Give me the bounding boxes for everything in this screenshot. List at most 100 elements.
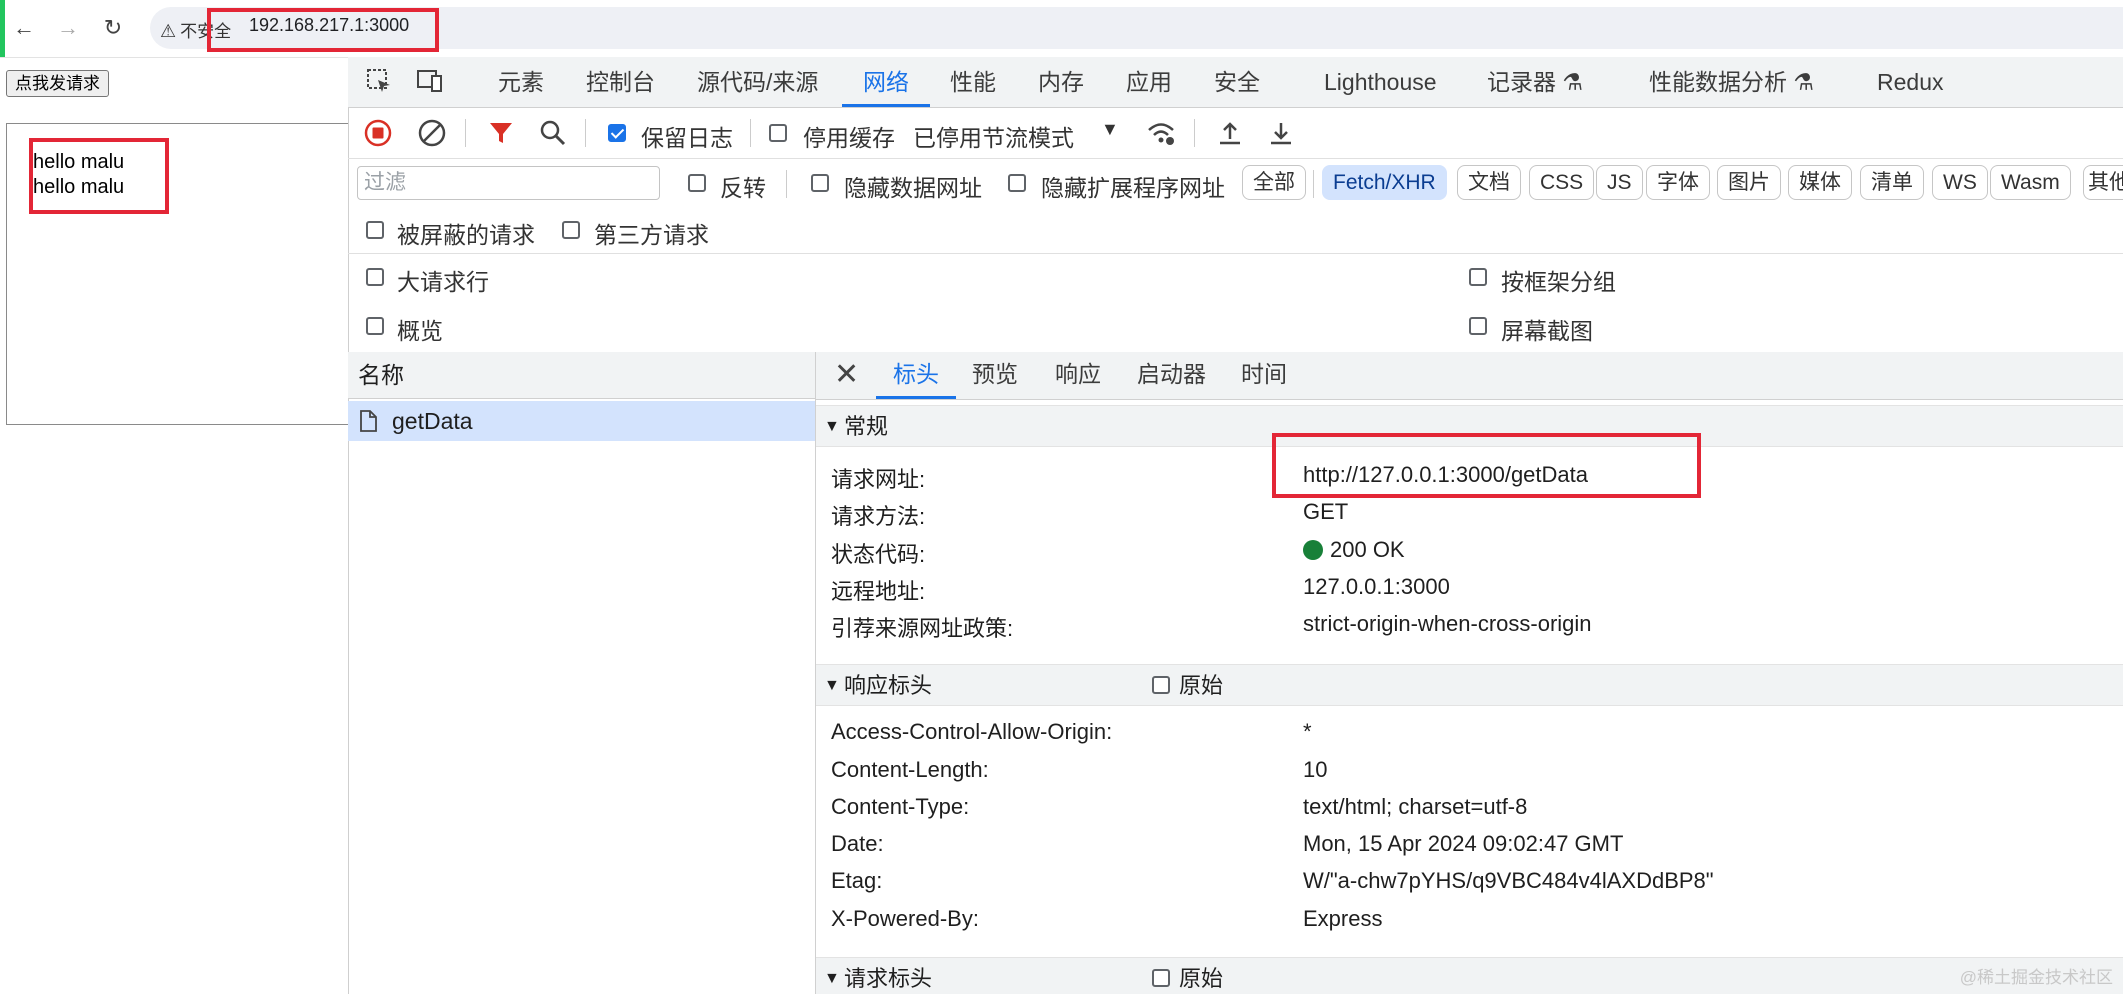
header-value: Mon, 15 Apr 2024 09:02:47 GMT: [1303, 831, 1624, 856]
overview-label: 概览: [397, 318, 443, 344]
tab-network[interactable]: 网络: [842, 57, 930, 107]
type-filter-ws[interactable]: WS: [1932, 165, 1988, 200]
toolbar-divider: [1194, 119, 1195, 147]
toolbar-divider: [1313, 170, 1314, 198]
tab-security[interactable]: 安全: [1214, 57, 1260, 107]
blocked-requests-checkbox[interactable]: [366, 221, 384, 239]
type-filter-other[interactable]: 其他: [2083, 165, 2123, 200]
response-headers-title: 响应标头: [844, 673, 933, 698]
raw-label: 原始: [1179, 673, 1224, 698]
type-filter-wasm[interactable]: Wasm: [1990, 165, 2071, 200]
raw-checkbox[interactable]: [1152, 969, 1170, 987]
tab-lighthouse[interactable]: Lighthouse: [1324, 57, 1437, 107]
header-value: Express: [1303, 906, 1383, 931]
tab-performance-insights-label: 性能数据分析: [1649, 69, 1787, 95]
window-edge-accent: [0, 0, 5, 57]
network-conditions-icon[interactable]: [1146, 119, 1176, 147]
header-value: 10: [1303, 757, 1328, 782]
header-key: Etag:: [831, 868, 883, 893]
tab-console[interactable]: 控制台: [586, 57, 655, 107]
filter-input[interactable]: 过滤: [357, 166, 660, 200]
tab-initiator[interactable]: 启动器: [1137, 352, 1206, 399]
tab-timing[interactable]: 时间: [1241, 352, 1287, 399]
annotation-box-url: [207, 8, 439, 52]
preserve-log-checkbox[interactable]: [608, 124, 626, 142]
device-toolbar-icon[interactable]: [415, 66, 445, 96]
tab-elements[interactable]: 元素: [498, 57, 544, 107]
type-filter-media[interactable]: 媒体: [1788, 165, 1852, 200]
header-value: text/html; charset=utf-8: [1303, 794, 1528, 819]
reload-icon[interactable]: ↻: [99, 14, 127, 42]
hide-extension-urls-checkbox[interactable]: [1008, 174, 1026, 192]
overview-checkbox[interactable]: [366, 317, 384, 335]
hide-data-urls-checkbox[interactable]: [811, 174, 829, 192]
tab-response[interactable]: 响应: [1055, 352, 1101, 399]
record-stop-icon[interactable]: [364, 119, 392, 147]
response-headers-section-header[interactable]: ▼ 响应标头 原始: [816, 664, 2123, 706]
type-filter-font[interactable]: 字体: [1646, 165, 1710, 200]
header-key: X-Powered-By:: [831, 906, 979, 931]
request-name: getData: [392, 408, 473, 434]
tab-recorder-label: 记录器: [1487, 69, 1556, 95]
clear-icon[interactable]: [418, 119, 446, 147]
tab-application[interactable]: 应用: [1126, 57, 1172, 107]
tab-performance-insights[interactable]: 性能数据分析 ⚗: [1649, 57, 1814, 107]
upload-icon[interactable]: [1216, 119, 1244, 147]
search-icon[interactable]: [539, 119, 567, 147]
request-headers-section-header[interactable]: ▼ 请求标头 原始: [816, 957, 2123, 994]
tab-performance[interactable]: 性能: [950, 57, 996, 107]
download-icon[interactable]: [1267, 119, 1295, 147]
tab-recorder[interactable]: 记录器 ⚗: [1487, 57, 1583, 107]
type-filter-doc[interactable]: 文档: [1457, 165, 1521, 200]
send-request-button[interactable]: 点我发请求: [6, 70, 109, 97]
tab-sources[interactable]: 源代码/来源: [697, 57, 818, 107]
inspect-element-icon[interactable]: [364, 66, 394, 96]
triangle-down-icon: ▼: [824, 418, 840, 435]
tab-redux[interactable]: Redux: [1877, 57, 1943, 107]
large-rows-checkbox[interactable]: [366, 268, 384, 286]
request-method-value: GET: [1303, 499, 1349, 524]
screenshots-checkbox[interactable]: [1469, 317, 1487, 335]
address-bar[interactable]: [150, 7, 2123, 49]
hide-extension-urls-label: 隐藏扩展程序网址: [1041, 175, 1225, 201]
status-code-text: 200 OK: [1330, 537, 1405, 562]
close-icon[interactable]: ✕: [834, 358, 859, 392]
annotation-box-request-url: [1272, 433, 1701, 498]
third-party-checkbox[interactable]: [562, 221, 580, 239]
group-by-frame-checkbox[interactable]: [1469, 268, 1487, 286]
raw-checkbox[interactable]: [1152, 676, 1170, 694]
forward-icon[interactable]: →: [54, 14, 82, 42]
tab-headers[interactable]: 标头: [876, 352, 956, 399]
type-filter-css[interactable]: CSS: [1529, 165, 1595, 200]
general-key: 请求方法:: [831, 504, 926, 529]
disable-cache-label: 停用缓存: [803, 125, 895, 151]
divider: [348, 253, 2123, 254]
preserve-log-label: 保留日志: [641, 125, 733, 151]
general-key: 引荐来源网址政策:: [831, 616, 1014, 641]
invert-label: 反转: [720, 175, 766, 201]
filter-icon[interactable]: [487, 119, 515, 147]
large-rows-label: 大请求行: [397, 269, 489, 295]
type-filter-all[interactable]: 全部: [1242, 165, 1306, 200]
name-column-header[interactable]: 名称: [348, 352, 815, 399]
type-filter-manifest[interactable]: 清单: [1860, 165, 1924, 200]
type-filter-fetch-xhr[interactable]: Fetch/XHR: [1322, 165, 1447, 200]
request-row[interactable]: getData: [348, 401, 815, 441]
general-key: 请求网址:: [831, 467, 926, 492]
document-icon: [360, 410, 377, 432]
tab-memory[interactable]: 内存: [1038, 57, 1084, 107]
toolbar-divider: [465, 119, 466, 147]
invert-checkbox[interactable]: [688, 174, 706, 192]
header-value: *: [1303, 719, 1312, 744]
chevron-down-icon[interactable]: ▼: [1101, 119, 1119, 140]
header-key: Access-Control-Allow-Origin:: [831, 719, 1113, 744]
back-icon[interactable]: ←: [10, 14, 38, 42]
header-key: Content-Length:: [831, 757, 989, 782]
watermark: @稀土掘金技术社区: [1959, 968, 2113, 987]
throttling-select[interactable]: 已停用节流模式: [913, 119, 1074, 153]
disable-cache-checkbox[interactable]: [769, 124, 787, 142]
tab-preview[interactable]: 预览: [972, 352, 1018, 399]
type-filter-js[interactable]: JS: [1596, 165, 1643, 200]
type-filter-img[interactable]: 图片: [1717, 165, 1781, 200]
flask-icon: ⚗: [1793, 69, 1815, 95]
